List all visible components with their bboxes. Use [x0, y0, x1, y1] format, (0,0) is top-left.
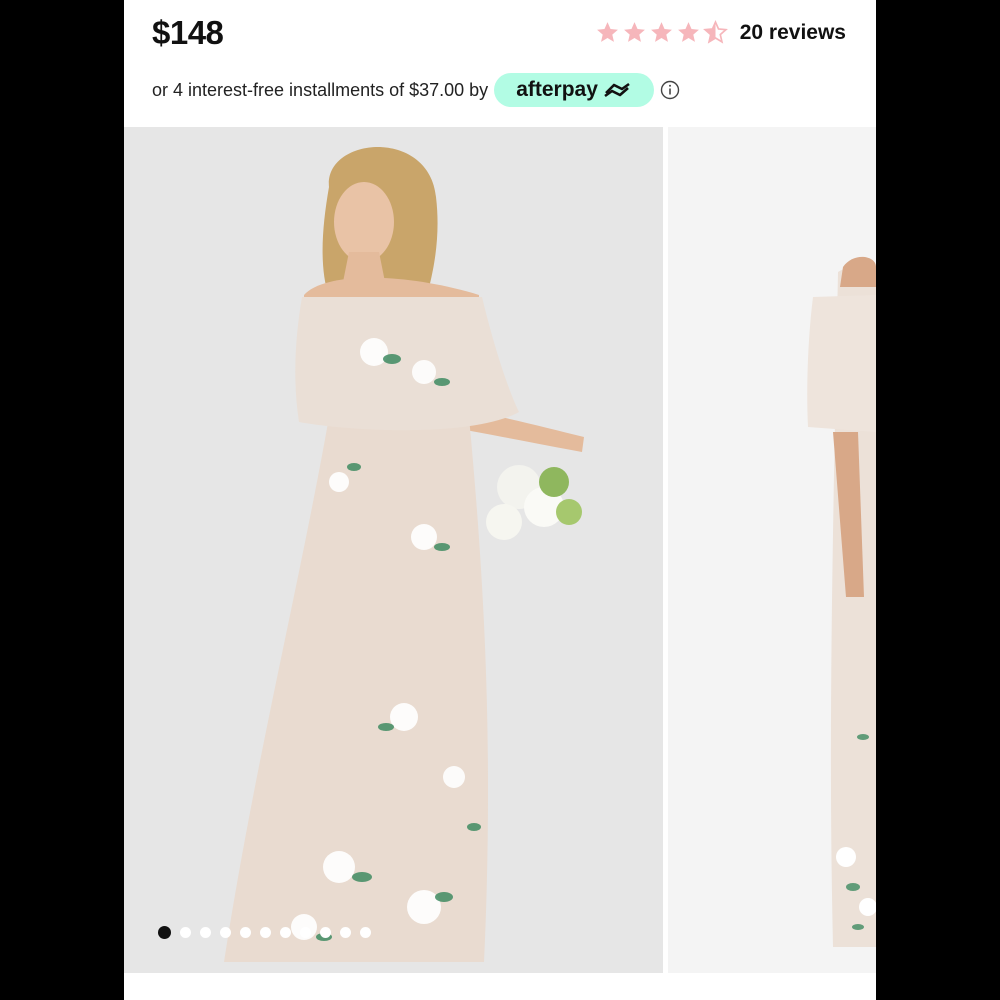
rating-summary[interactable]: 20 reviews — [595, 20, 846, 45]
afterpay-arrows-icon — [604, 82, 630, 98]
carousel-dot[interactable] — [320, 927, 331, 938]
model-photo — [124, 127, 663, 973]
carousel-dot[interactable] — [220, 927, 231, 938]
carousel-dot[interactable] — [280, 927, 291, 938]
half-star-icon — [702, 20, 728, 44]
star-icon — [650, 22, 672, 42]
star-rating — [595, 20, 728, 45]
product-price: $148 — [152, 14, 224, 51]
product-page: $148 20 reviews or 4 interest-free insta… — [124, 0, 876, 1000]
star-icon — [623, 22, 645, 42]
star-icon — [677, 22, 699, 42]
carousel-dot[interactable] — [360, 927, 371, 938]
reviews-link[interactable]: 20 reviews — [740, 21, 846, 45]
carousel-dot[interactable] — [240, 927, 251, 938]
product-image-carousel[interactable] — [124, 127, 876, 973]
carousel-dot[interactable] — [158, 926, 171, 939]
info-circle-icon[interactable] — [660, 80, 680, 100]
installments-text: or 4 interest-free installments of $37.0… — [152, 79, 489, 100]
carousel-dot[interactable] — [200, 927, 211, 938]
carousel-dot[interactable] — [260, 927, 271, 938]
carousel-pagination[interactable] — [158, 926, 371, 939]
product-image-next[interactable] — [668, 127, 876, 973]
carousel-dot[interactable] — [180, 927, 191, 938]
side-view-photo — [668, 127, 876, 973]
afterpay-badge[interactable]: afterpay — [494, 73, 654, 107]
star-icon — [596, 22, 618, 42]
carousel-dot[interactable] — [300, 927, 311, 938]
installments-row: or 4 interest-free installments of $37.0… — [152, 73, 680, 107]
product-image-main[interactable] — [124, 127, 663, 973]
afterpay-label: afterpay — [516, 78, 598, 101]
carousel-dot[interactable] — [340, 927, 351, 938]
